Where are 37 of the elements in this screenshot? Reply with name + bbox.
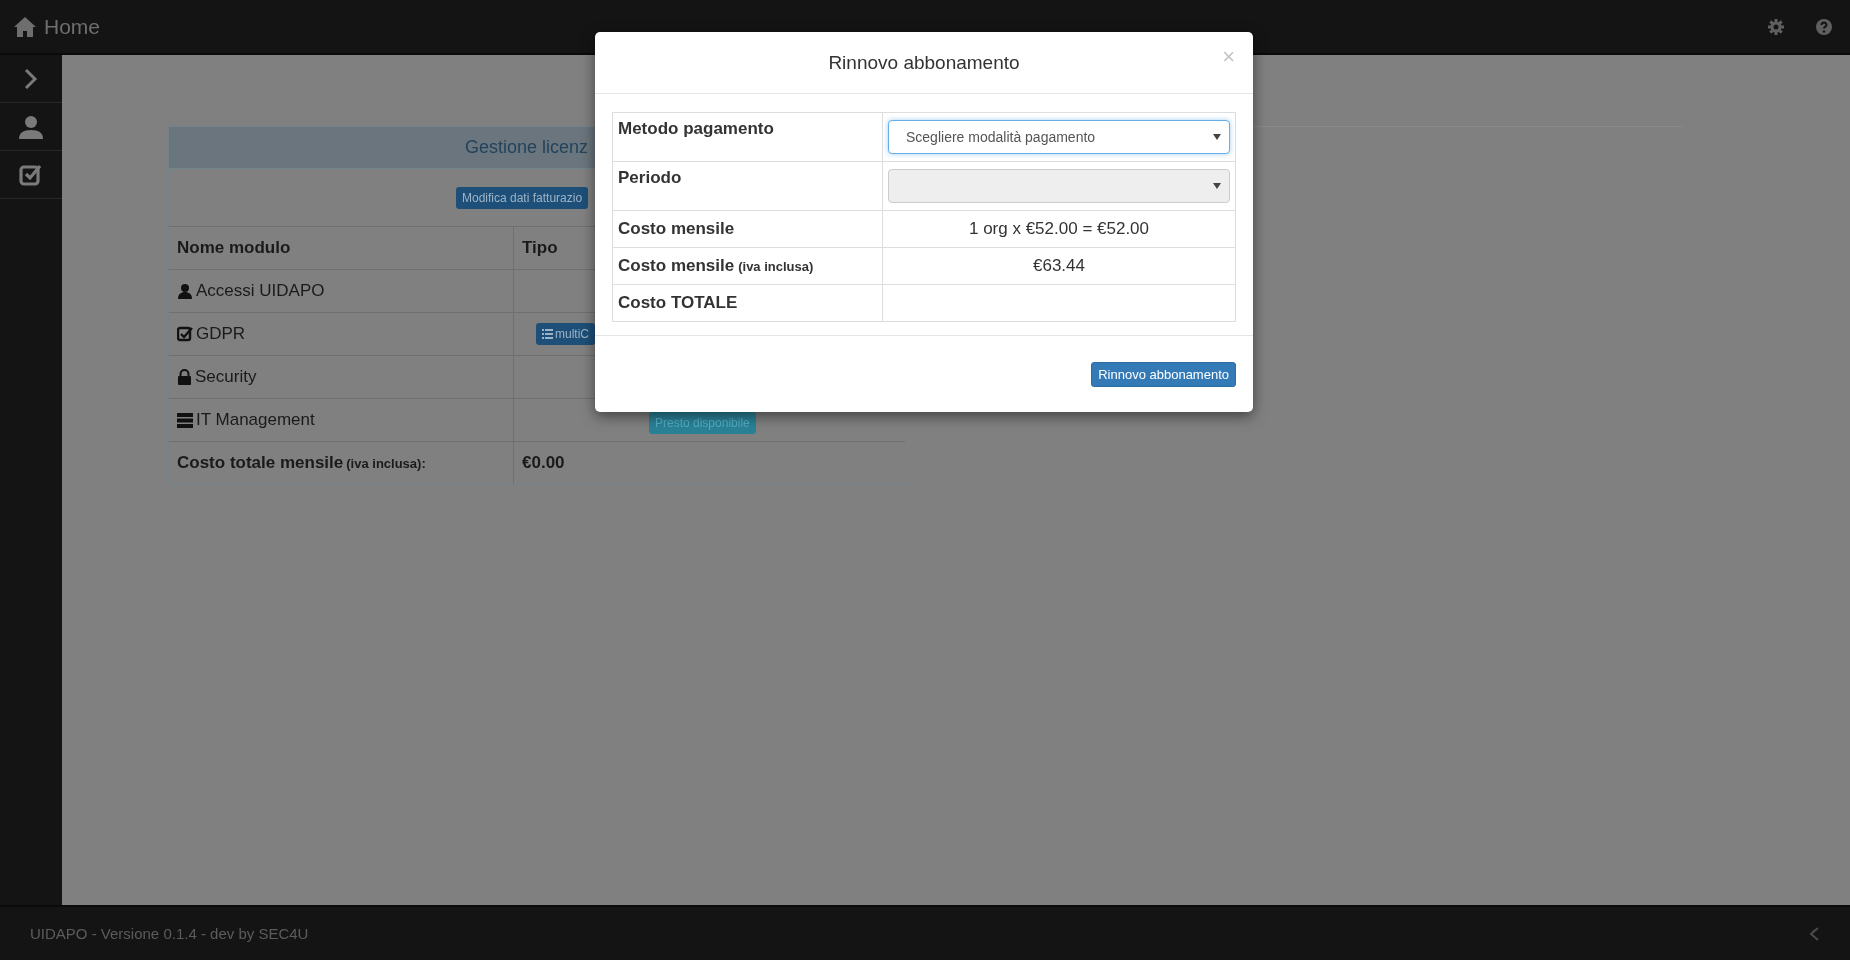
cost-value: 1 org x €52.00 = €52.00 — [968, 219, 1150, 239]
total-value: €0.00 — [522, 453, 565, 473]
collapse-icon[interactable] — [1808, 926, 1820, 941]
dialog-title: Rinnovo abbonamento — [828, 51, 1020, 74]
module-name: IT Management — [169, 399, 514, 441]
page-title: Home — [44, 14, 101, 39]
select-field[interactable]: Scegliere modalità pagamento — [888, 120, 1230, 154]
field-label: Costo mensile — [613, 211, 883, 247]
card-title: Gestione licenz — [465, 137, 589, 158]
field-label: Metodo pagamento — [613, 113, 883, 161]
module-name: Accessi UIDAPO — [169, 270, 514, 312]
caret-icon — [1213, 134, 1221, 140]
caret-icon — [1213, 183, 1221, 189]
checkbox-icon — [19, 162, 43, 187]
cost-value: €63.44 — [1033, 256, 1085, 276]
lock-icon — [177, 369, 192, 385]
help-icon[interactable] — [1816, 18, 1832, 35]
edit-billing-button[interactable]: Modifica dati fatturazio — [456, 186, 589, 209]
column-header: Nome modulo — [177, 238, 291, 258]
module-name: Security — [169, 356, 514, 398]
checkbox-icon — [177, 326, 193, 342]
renew-button[interactable]: Rinnovo abbonamento — [1091, 361, 1236, 387]
module-type-label: multiC — [536, 323, 595, 345]
field-label: Costo mensile (iva inclusa) — [613, 248, 883, 284]
version-text: UIDAPO - Versione 0.1.4 - dev by SEC4U — [30, 925, 309, 942]
list-icon — [542, 329, 553, 339]
module-name: GDPR — [169, 313, 514, 355]
total-label: Costo totale mensile (iva inclusa): — [169, 442, 514, 484]
chevron-right-icon — [24, 67, 38, 90]
column-header: Tipo — [522, 238, 558, 258]
server-icon — [177, 412, 193, 428]
user-icon — [177, 283, 193, 299]
user-icon — [19, 114, 43, 139]
field-label: Costo TOTALE — [613, 285, 883, 321]
settings-icon[interactable] — [1768, 18, 1784, 35]
home-icon[interactable] — [14, 16, 36, 37]
field-label: Periodo — [613, 162, 883, 210]
